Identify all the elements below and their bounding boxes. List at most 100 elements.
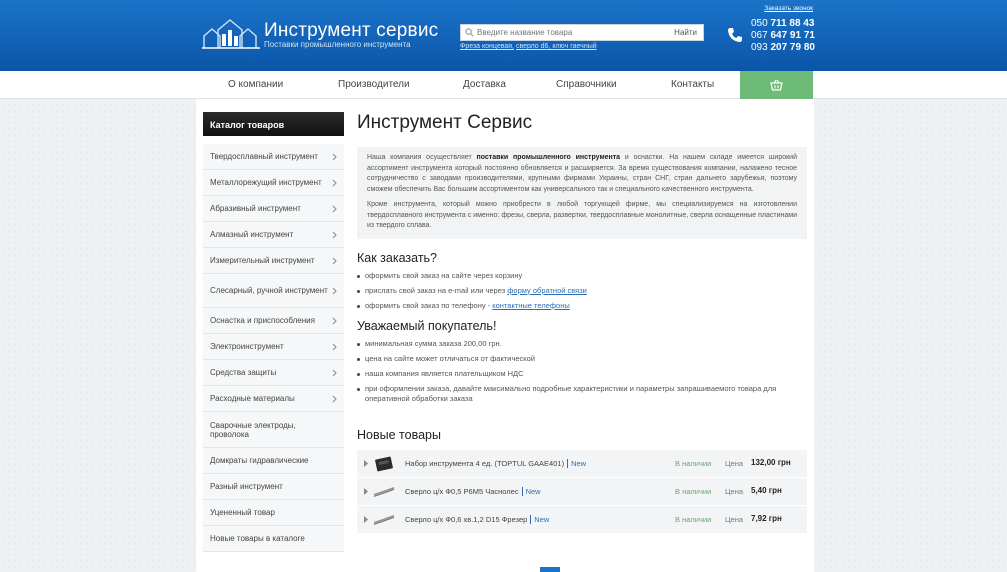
expand-arrow-icon[interactable] (364, 487, 368, 495)
callback-link[interactable]: Заказать звонок (764, 5, 813, 12)
chevron-right-icon (332, 317, 337, 324)
nav-item-contacts[interactable]: Контакты (671, 79, 714, 90)
site-header: Инструмент сервис Поставки промышленного… (0, 0, 1007, 71)
nav-item-references[interactable]: Справочники (556, 79, 617, 90)
catalog-title: Каталог товаров (203, 112, 344, 136)
sidebar-item-label: Уцененный товар (210, 508, 275, 517)
sidebar-item[interactable]: Разный инструмент (203, 474, 344, 500)
new-products-list: Набор инструмента 4 ед. (TOPTUL GAAE401)… (357, 449, 807, 534)
new-badge: New (530, 514, 550, 524)
search-box: Найти (460, 24, 704, 41)
sidebar-item[interactable]: Домкраты гидравлические (203, 448, 344, 474)
intro-paragraph: Наша компания осуществляет поставки пром… (367, 154, 797, 193)
product-name[interactable]: Сверло ц/х Ф0,6 хв.1,2 D15 Фрезер New (405, 514, 550, 524)
product-row[interactable]: Набор инструмента 4 ед. (TOPTUL GAAE401)… (357, 449, 807, 478)
nav-item-delivery[interactable]: Доставка (463, 79, 506, 90)
brand-subtitle: Поставки промышленного инструмента (264, 40, 411, 49)
sidebar-item[interactable]: Новые товары в каталоге (203, 526, 344, 552)
dear-buyer-title: Уважаемый покупатель! (357, 318, 497, 333)
search-hint-examples[interactable]: сверло d6, ключ гаечный (516, 43, 597, 50)
search-hint-prefix[interactable]: Фреза концевая, (460, 43, 514, 50)
dear-buyer-list: минимальная сумма заказа 200,00 грн. цен… (357, 339, 807, 404)
chevron-right-icon (332, 369, 337, 376)
product-name[interactable]: Сверло ц/х Ф0,5 Р6М5 Часнолес New (405, 486, 541, 496)
chevron-right-icon (332, 343, 337, 350)
sidebar-item-label: Электроинструмент (210, 342, 284, 351)
pager-button[interactable] (540, 567, 560, 572)
price-label: Цена (725, 458, 744, 468)
basket-icon (770, 79, 783, 91)
how-to-order-list: оформить свой заказ на сайте через корзи… (357, 271, 807, 311)
sidebar-item-label: Новые товары в каталоге (210, 534, 305, 543)
feedback-form-link[interactable]: форму обратной связи (507, 286, 587, 295)
list-item: минимальная сумма заказа 200,00 грн. (357, 339, 807, 349)
sidebar-item[interactable]: Расходные материалы (203, 386, 344, 412)
sidebar-item[interactable]: Средства защиты (203, 360, 344, 386)
catalog-list: Твердосплавный инструмент Металлорежущий … (203, 144, 344, 552)
chevron-right-icon (332, 153, 337, 160)
product-price: 5,40 грн (751, 485, 782, 495)
stock-status: В наличии (675, 514, 712, 524)
contact-phones-link[interactable]: контактные телефоны (492, 301, 569, 310)
sidebar-item-label: Средства защиты (210, 368, 277, 377)
nav-item-manufacturers[interactable]: Производители (338, 79, 410, 90)
sidebar-item[interactable]: Измерительный инструмент (203, 248, 344, 274)
sidebar-item[interactable]: Алмазный инструмент (203, 222, 344, 248)
search-input[interactable] (461, 25, 671, 40)
product-thumbnail[interactable] (373, 510, 395, 530)
brand-title[interactable]: Инструмент сервис (264, 20, 438, 42)
list-item: оформить свой заказ на сайте через корзи… (357, 271, 807, 281)
stock-status: В наличии (675, 486, 712, 496)
sidebar-item[interactable]: Абразивный инструмент (203, 196, 344, 222)
chevron-right-icon (332, 395, 337, 402)
product-thumbnail[interactable] (373, 482, 395, 502)
list-item: наша компания является плательщиком НДС (357, 369, 807, 379)
phone-list: 050 711 88 43 067 647 91 71 093 207 79 8… (751, 18, 815, 54)
sidebar-item-label: Домкраты гидравлические (210, 456, 309, 465)
sidebar-item-label: Алмазный инструмент (210, 230, 294, 239)
how-to-order-title: Как заказать? (357, 250, 438, 265)
product-row[interactable]: Сверло ц/х Ф0,6 хв.1,2 D15 Фрезер New В на… (357, 505, 807, 534)
intro-paragraph: Кроме инструмента, который можно приобре… (367, 201, 797, 229)
main-content: Инструмент Сервис Наша компания осуществ… (357, 112, 807, 534)
chevron-right-icon (332, 287, 337, 294)
expand-arrow-icon[interactable] (364, 515, 368, 523)
phone-number[interactable]: 067 647 91 71 (751, 30, 815, 42)
list-item: цена на сайте может отличаться от фактич… (357, 354, 807, 364)
expand-arrow-icon[interactable] (364, 459, 368, 467)
sidebar-item-label: Разный инструмент (210, 482, 283, 491)
sidebar-item[interactable]: Электроинструмент (203, 334, 344, 360)
sidebar-item-label: Твердосплавный инструмент (210, 152, 318, 161)
product-name[interactable]: Набор инструмента 4 ед. (TOPTUL GAAE401)… (405, 458, 587, 468)
list-item: прислать свой заказ на e-mail или через … (357, 286, 807, 296)
product-price: 7,92 грн (751, 513, 782, 523)
chevron-right-icon (332, 205, 337, 212)
phone-number[interactable]: 050 711 88 43 (751, 18, 815, 30)
sidebar-item-label: Оснастка и приспособления (210, 316, 315, 325)
cart-button[interactable] (740, 71, 813, 99)
sidebar-item-label: Расходные материалы (210, 394, 295, 403)
price-label: Цена (725, 486, 744, 496)
sidebar-item[interactable]: Металлорежущий инструмент (203, 170, 344, 196)
sidebar-item[interactable]: Оснастка и приспособления (203, 308, 344, 334)
chevron-right-icon (332, 179, 337, 186)
sidebar-item-label: Сварочные электроды, проволока (210, 420, 296, 439)
sidebar-item-label: Слесарный, ручной инструмент (210, 286, 328, 295)
phone-icon (728, 28, 742, 42)
sidebar-item[interactable]: Твердосплавный инструмент (203, 144, 344, 170)
search-button[interactable]: Найти (670, 27, 701, 38)
price-label: Цена (725, 514, 744, 524)
logo-icon[interactable] (202, 16, 262, 50)
product-row[interactable]: Сверло ц/х Ф0,5 Р6М5 Часнолес New В наличи… (357, 477, 807, 506)
phone-number[interactable]: 093 207 79 80 (751, 42, 815, 54)
chevron-right-icon (332, 257, 337, 264)
sidebar-item-label: Измерительный инструмент (210, 256, 315, 265)
sidebar-item-label: Металлорежущий инструмент (210, 178, 322, 187)
sidebar-item[interactable]: Уцененный товар (203, 500, 344, 526)
nav-item-about[interactable]: О компании (228, 79, 283, 90)
new-products-title: Новые товары (357, 427, 441, 442)
chevron-right-icon (332, 231, 337, 238)
sidebar-item[interactable]: Сварочные электроды, проволока (203, 412, 344, 448)
product-thumbnail[interactable] (373, 454, 395, 474)
sidebar-item[interactable]: Слесарный, ручной инструмент (203, 274, 344, 308)
